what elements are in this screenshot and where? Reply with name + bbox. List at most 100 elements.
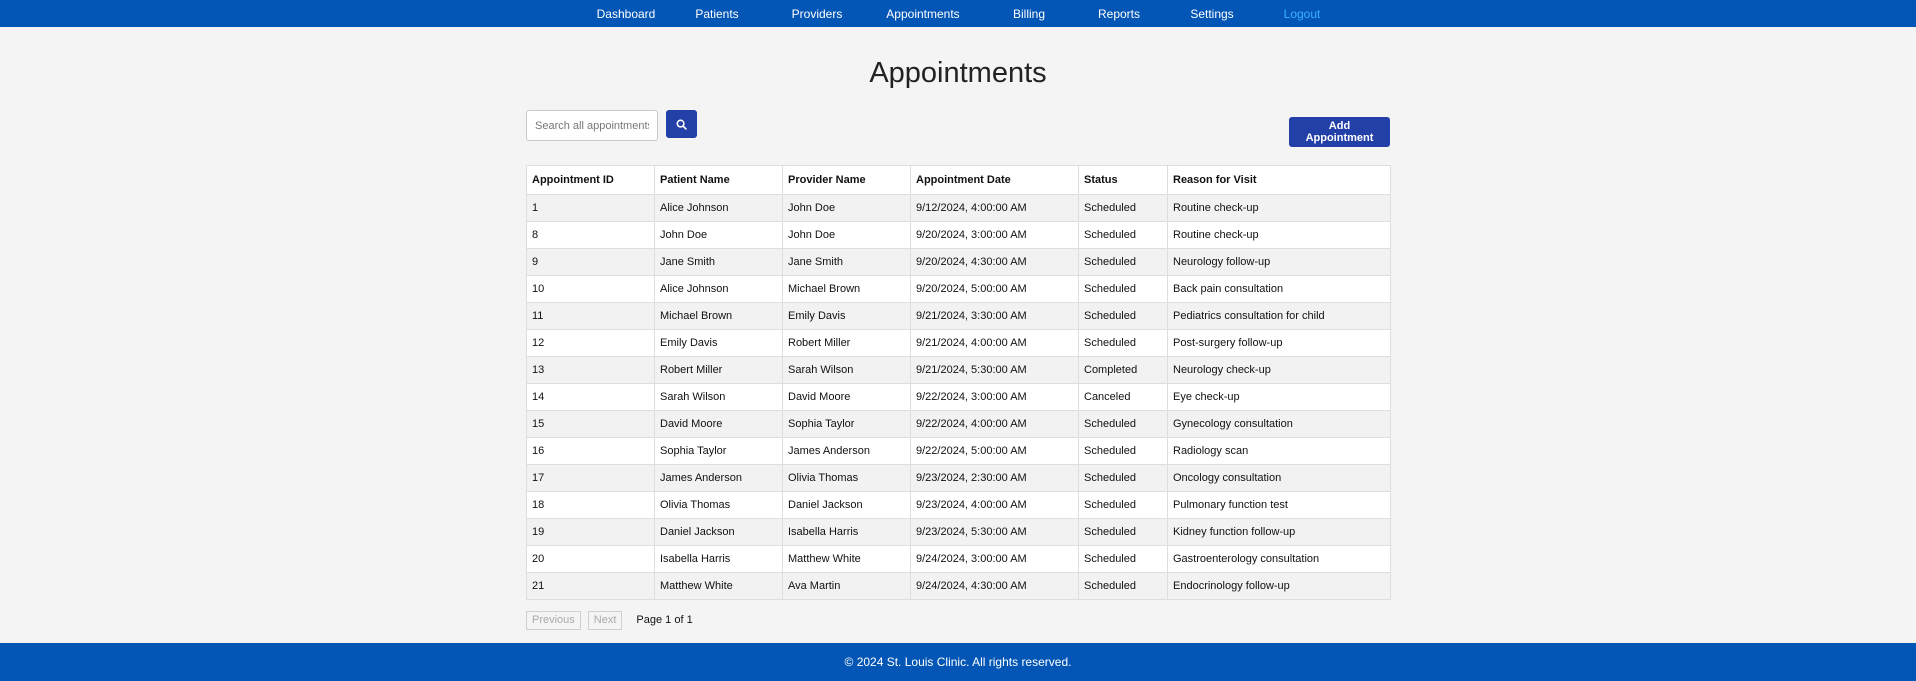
table-cell: Gynecology consultation (1167, 410, 1391, 438)
table-cell: Michael Brown (654, 302, 783, 330)
table-cell: 9/21/2024, 5:30:00 AM (910, 356, 1079, 384)
table-cell: John Doe (782, 221, 911, 249)
table-cell: Scheduled (1078, 194, 1168, 222)
table-cell: Alice Johnson (654, 275, 783, 303)
table-cell: Scheduled (1078, 545, 1168, 573)
table-cell: John Doe (782, 194, 911, 222)
table-cell: 9/22/2024, 5:00:00 AM (910, 437, 1079, 465)
table-cell: Scheduled (1078, 464, 1168, 492)
table-cell: 20 (526, 545, 655, 573)
table-cell: 19 (526, 518, 655, 546)
table-cell: James Anderson (654, 464, 783, 492)
main-content: Appointments Add Appointment Appointment… (526, 27, 1391, 630)
nav-billing[interactable]: Billing (1007, 7, 1051, 21)
table-cell: Emily Davis (654, 329, 783, 357)
column-header: Patient Name (654, 165, 783, 195)
nav-settings[interactable]: Settings (1186, 7, 1238, 21)
table-row: 12 Emily Davis Robert Miller 9/21/2024, 4:0… (526, 329, 1391, 357)
table-cell: Sarah Wilson (782, 356, 911, 384)
table-cell: 13 (526, 356, 655, 384)
table-cell: 17 (526, 464, 655, 492)
table-row: 1 Alice Johnson John Doe 9/12/2024, 4:00:00… (526, 194, 1391, 222)
table-row: 11 Michael Brown Emily Davis 9/21/2024, 3:3… (526, 302, 1391, 330)
table-cell: Sophia Taylor (654, 437, 783, 465)
table-cell: Completed (1078, 356, 1168, 384)
table-row: 21 Matthew White Ava Martin 9/24/2024, 4:30… (526, 572, 1391, 600)
table-cell: Isabella Harris (654, 545, 783, 573)
table-cell: 9/20/2024, 3:00:00 AM (910, 221, 1079, 249)
toolbar: Add Appointment (526, 110, 1390, 165)
table-cell: Matthew White (782, 545, 911, 573)
table-cell: Neurology check-up (1167, 356, 1391, 384)
search-input[interactable] (526, 110, 658, 141)
table-row: 16 Sophia Taylor James Anderson 9/22/2024, … (526, 437, 1391, 465)
table-cell: 9/22/2024, 3:00:00 AM (910, 383, 1079, 411)
table-cell: 9/23/2024, 4:00:00 AM (910, 491, 1079, 519)
page-info: Page 1 of 1 (636, 614, 693, 626)
table-cell: James Anderson (782, 437, 911, 465)
column-header: Reason for Visit (1167, 165, 1391, 195)
table-row: 14 Sarah Wilson David Moore 9/22/2024, 3:00… (526, 383, 1391, 411)
add-appointment-button[interactable]: Add Appointment (1289, 117, 1390, 147)
table-row: 8 John Doe John Doe 9/20/2024, 3:00:00 AM Sc… (526, 221, 1391, 249)
table-cell: Isabella Harris (782, 518, 911, 546)
table-cell: 9/21/2024, 4:00:00 AM (910, 329, 1079, 357)
column-header: Provider Name (782, 165, 911, 195)
page-title: Appointments (869, 57, 1047, 89)
table-cell: Robert Miller (782, 329, 911, 357)
table-cell: Alice Johnson (654, 194, 783, 222)
table-cell: Pediatrics consultation for child (1167, 302, 1391, 330)
table-cell: 9/21/2024, 3:30:00 AM (910, 302, 1079, 330)
table-cell: 9 (526, 248, 655, 276)
column-header: Appointment ID (526, 165, 655, 195)
table-row: 10 Alice Johnson Michael Brown 9/20/2024, 5… (526, 275, 1391, 303)
table-row: 13 Robert Miller Sarah Wilson 9/21/2024, 5:… (526, 356, 1391, 384)
table-cell: Sarah Wilson (654, 383, 783, 411)
table-cell: 10 (526, 275, 655, 303)
table-cell: Daniel Jackson (654, 518, 783, 546)
nav-logout[interactable]: Logout (1280, 7, 1324, 21)
table-cell: Canceled (1078, 383, 1168, 411)
nav-dashboard[interactable]: Dashboard (592, 7, 660, 21)
table-cell: 8 (526, 221, 655, 249)
table-cell: Olivia Thomas (654, 491, 783, 519)
nav-patients[interactable]: Patients (691, 7, 743, 21)
nav-appointments[interactable]: Appointments (883, 7, 963, 21)
previous-button[interactable]: Previous (526, 610, 581, 630)
table-cell: Routine check-up (1167, 221, 1391, 249)
table-cell: 21 (526, 572, 655, 600)
pagination: Previous Next Page 1 of 1 (526, 610, 1390, 630)
table-cell: 9/24/2024, 3:00:00 AM (910, 545, 1079, 573)
table-row: 19 Daniel Jackson Isabella Harris 9/23/2024… (526, 518, 1391, 546)
table-cell: Jane Smith (782, 248, 911, 276)
nav-reports[interactable]: Reports (1094, 7, 1144, 21)
search-button[interactable] (666, 110, 697, 138)
next-button[interactable]: Next (587, 610, 623, 630)
column-header: Appointment Date (910, 165, 1079, 195)
table-cell: 18 (526, 491, 655, 519)
table-cell: 9/12/2024, 4:00:00 AM (910, 194, 1079, 222)
table-cell: Robert Miller (654, 356, 783, 384)
search-icon (676, 119, 687, 130)
table-cell: 14 (526, 383, 655, 411)
table-cell: Radiology scan (1167, 437, 1391, 465)
nav-providers[interactable]: Providers (787, 7, 847, 21)
table-cell: 9/23/2024, 5:30:00 AM (910, 518, 1079, 546)
table-cell: Olivia Thomas (782, 464, 911, 492)
table-cell: 16 (526, 437, 655, 465)
table-cell: 11 (526, 302, 655, 330)
top-nav: Dashboard Patients Providers Appointment… (0, 0, 1916, 27)
table-cell: Scheduled (1078, 302, 1168, 330)
table-cell: Emily Davis (782, 302, 911, 330)
table-cell: Jane Smith (654, 248, 783, 276)
table-cell: Scheduled (1078, 275, 1168, 303)
table-row: 15 David Moore Sophia Taylor 9/22/2024, 4:0… (526, 410, 1391, 438)
table-cell: 9/22/2024, 4:00:00 AM (910, 410, 1079, 438)
table-cell: Post-surgery follow-up (1167, 329, 1391, 357)
table-row: 18 Olivia Thomas Daniel Jackson 9/23/2024, … (526, 491, 1391, 519)
table-cell: Kidney function follow-up (1167, 518, 1391, 546)
table-cell: Daniel Jackson (782, 491, 911, 519)
table-cell: Scheduled (1078, 221, 1168, 249)
table-header-row: Appointment ID Patient Name Provider Name A… (526, 165, 1391, 195)
table-cell: Gastroenterology consultation (1167, 545, 1391, 573)
